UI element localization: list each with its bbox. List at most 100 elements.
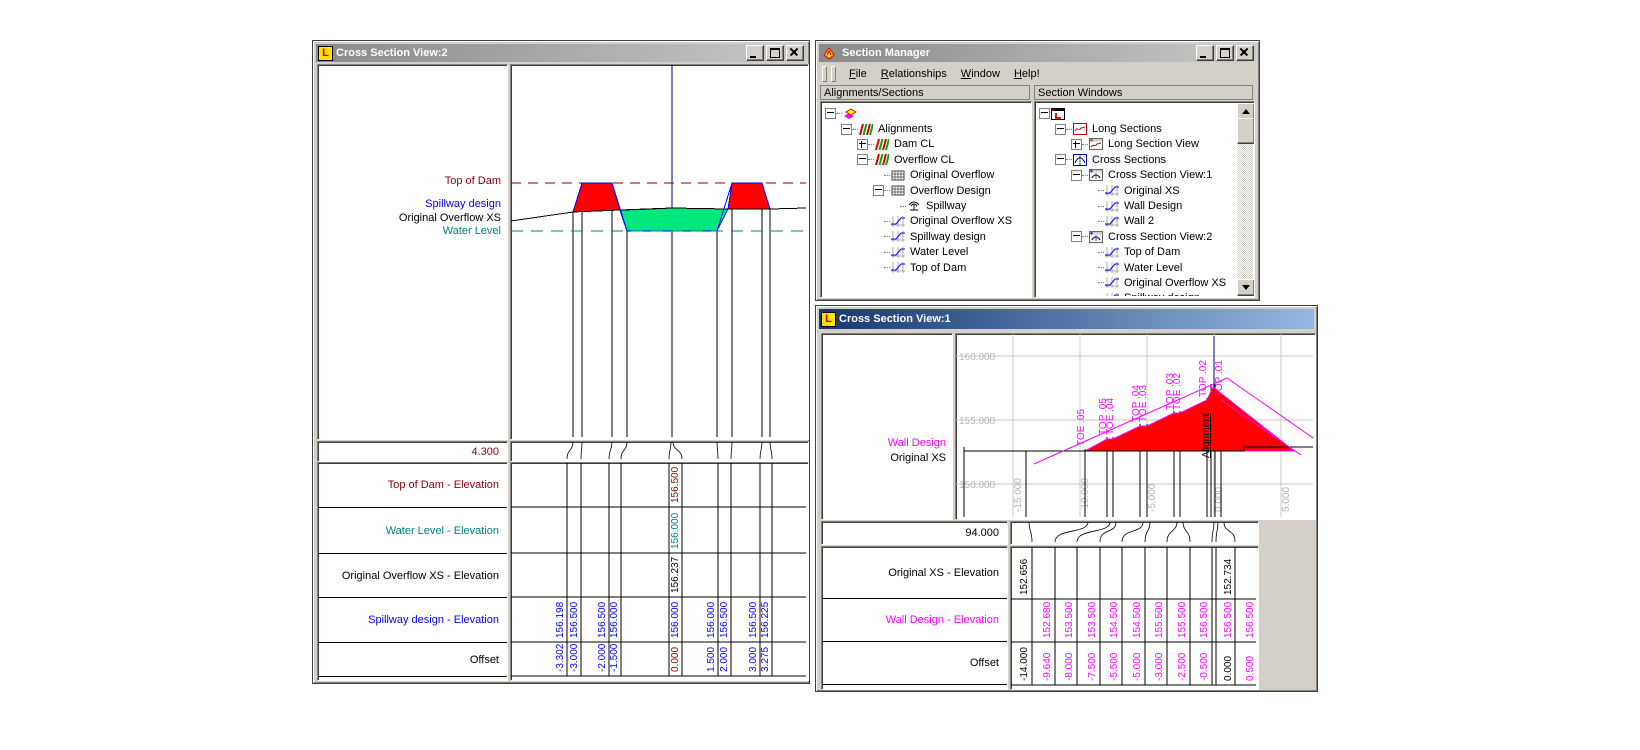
menu-gripper[interactable] <box>822 66 827 82</box>
tree-item-spillway-design[interactable]: Spillway design <box>1098 291 1237 296</box>
maximize-button[interactable] <box>766 45 784 61</box>
expand-icon[interactable] <box>1071 139 1082 150</box>
collapse-icon[interactable] <box>873 185 884 196</box>
window-section-manager: Section Manager File Relationships Windo… <box>815 40 1260 301</box>
tree-item-overflow-cl[interactable]: Overflow CL <box>857 152 1030 167</box>
csv1-table-panel: 152.656 152.734 152.680 153.500 153.500 … <box>1010 546 1259 690</box>
scrollbar-vertical[interactable] <box>1237 103 1253 296</box>
collapse-icon[interactable] <box>857 154 868 165</box>
maximize-button[interactable] <box>1216 45 1234 61</box>
tree-item-long-section-view[interactable]: Long Section View <box>1071 137 1237 152</box>
section-icon <box>1105 185 1119 196</box>
tree-item-original-overflow-xs[interactable]: Original Overflow XS <box>1098 275 1237 290</box>
tree-item-overflow-design[interactable]: Overflow Design <box>873 183 1030 198</box>
tree-item-root[interactable] <box>825 106 1030 121</box>
scroll-down-button[interactable] <box>1237 279 1255 296</box>
alignments-tree-panel: Alignments Dam CL Overflow CL Original O… <box>820 101 1032 298</box>
alignments-sections-header: Alignments/Sections <box>820 85 1030 100</box>
surface-grid-icon <box>891 185 905 196</box>
svg-text:0.500: 0.500 <box>1245 656 1256 681</box>
tree-item-original-overflow-xs[interactable]: Original Overflow XS <box>884 214 1030 229</box>
menu-window[interactable]: Window <box>954 66 1007 82</box>
collapse-icon[interactable] <box>1055 124 1066 135</box>
menu-file[interactable]: File <box>842 66 874 82</box>
cross-sections-icon <box>1073 154 1087 166</box>
titlebar-section-manager[interactable]: Section Manager <box>819 44 1256 62</box>
csv1-table-grid: 152.656 152.734 152.680 153.500 153.500 … <box>1011 547 1256 687</box>
titlebar-csv2[interactable]: L Cross Section View:2 <box>316 44 806 62</box>
svg-text:155.500: 155.500 <box>1177 601 1188 638</box>
collapse-icon[interactable] <box>1071 170 1082 181</box>
legend-original-xs: Original XS <box>890 452 946 464</box>
csv2-table-panel: 156.500 156.000 156.237 156.198 156.500 … <box>510 462 809 681</box>
tree-item-wall-2[interactable]: Wall 2 <box>1098 214 1237 229</box>
menu-help[interactable]: Help! <box>1007 66 1047 82</box>
scroll-thumb[interactable] <box>1237 118 1255 144</box>
row-label-offset: Offset <box>318 643 507 677</box>
expand-icon[interactable] <box>857 139 868 150</box>
section-windows-header: Section Windows <box>1034 85 1253 100</box>
csv1-connector-strip <box>1010 521 1259 545</box>
tree-item-spillway[interactable]: Spillway <box>900 198 1030 213</box>
close-button[interactable] <box>786 45 804 61</box>
tree-item-spillway-design[interactable]: Spillway design <box>884 229 1030 244</box>
legend-water-level: Water Level <box>443 225 501 237</box>
sections-root-icon <box>843 108 857 120</box>
section-windows-panel: Long Sections Long Section View Cross Se… <box>1034 101 1255 298</box>
svg-text:TOE .03: TOE .03 <box>1138 385 1149 422</box>
tree-item-original-overflow[interactable]: Original Overflow <box>884 168 1030 183</box>
window-title: Cross Section View:1 <box>839 313 951 325</box>
svg-text:0.000: 0.000 <box>670 647 681 672</box>
csv1-connectors <box>1011 522 1256 542</box>
csv2-plot-canvas <box>511 65 806 437</box>
svg-text:156.500: 156.500 <box>597 601 608 638</box>
minimize-button[interactable] <box>1196 45 1214 61</box>
menu-gripper2[interactable] <box>831 66 836 82</box>
tree-item-cross-section-view-1[interactable]: Cross Section View:1 <box>1071 168 1237 183</box>
tree-item-top-of-dam[interactable]: Top of Dam <box>1098 245 1237 260</box>
menu-bar: File Relationships Window Help! <box>820 64 1047 83</box>
row-label-original-overflow-xs: Original Overflow XS - Elevation <box>318 554 507 598</box>
titlebar-csv1[interactable]: L Cross Section View:1 <box>819 309 1314 329</box>
svg-text:-0.500: -0.500 <box>1199 652 1210 681</box>
collapse-icon[interactable] <box>1039 108 1050 119</box>
svg-text:-10.000: -10.000 <box>1080 478 1091 512</box>
collapse-icon[interactable] <box>1055 154 1066 165</box>
tree-item-original-xs[interactable]: Original XS <box>1098 183 1237 198</box>
long-section-view-icon <box>1089 138 1103 150</box>
legend-top-of-dam: Top of Dam <box>445 175 501 187</box>
csv1-plot-canvas: 160.000 155.000 150.000 -15.000 -10.000 … <box>956 334 1313 517</box>
csv2-chainage: 4.300 <box>471 446 499 458</box>
close-button[interactable] <box>1236 45 1254 61</box>
svg-text:160.000: 160.000 <box>959 352 996 363</box>
svg-text:154.500: 154.500 <box>1109 601 1120 638</box>
csv1-chainage-panel: 94.000 <box>821 521 1008 545</box>
section-icon <box>1105 247 1119 258</box>
tree-item-cross-sections[interactable]: Cross Sections <box>1055 152 1237 167</box>
tree-item-wall-design[interactable]: Wall Design <box>1098 198 1237 213</box>
svg-text:152.656: 152.656 <box>1019 558 1030 595</box>
tree-item-top-of-dam[interactable]: Top of Dam <box>884 260 1030 275</box>
svg-text:0.000: 0.000 <box>1214 487 1225 512</box>
menu-relationships[interactable]: Relationships <box>874 66 954 82</box>
tree-item-root[interactable] <box>1039 106 1237 121</box>
minimize-button[interactable] <box>746 45 764 61</box>
alignment-stripes-icon <box>859 124 873 135</box>
tree-item-water-level[interactable]: Water Level <box>884 245 1030 260</box>
collapse-icon[interactable] <box>841 124 852 135</box>
section-windows-tree: Long Sections Long Section View Cross Se… <box>1036 103 1237 296</box>
tree-item-alignments[interactable]: Alignments <box>841 121 1030 136</box>
svg-text:1.500: 1.500 <box>706 647 717 672</box>
row-label-original-xs: Original XS - Elevation <box>822 547 1007 599</box>
alignments-tree: Alignments Dam CL Overflow CL Original O… <box>822 103 1030 296</box>
tree-item-water-level[interactable]: Water Level <box>1098 260 1237 275</box>
tree-item-long-sections[interactable]: Long Sections <box>1055 121 1237 136</box>
tree-item-cross-section-view-2[interactable]: Cross Section View:2 <box>1071 229 1237 244</box>
svg-text:154.500: 154.500 <box>1132 601 1143 638</box>
tree-item-dam-cl[interactable]: Dam CL <box>857 137 1030 152</box>
collapse-icon[interactable] <box>1071 231 1082 242</box>
svg-text:156.500: 156.500 <box>670 466 681 503</box>
collapse-icon[interactable] <box>825 108 836 119</box>
svg-text:-5.000: -5.000 <box>1132 652 1143 681</box>
svg-text:156.500: 156.500 <box>719 601 730 638</box>
